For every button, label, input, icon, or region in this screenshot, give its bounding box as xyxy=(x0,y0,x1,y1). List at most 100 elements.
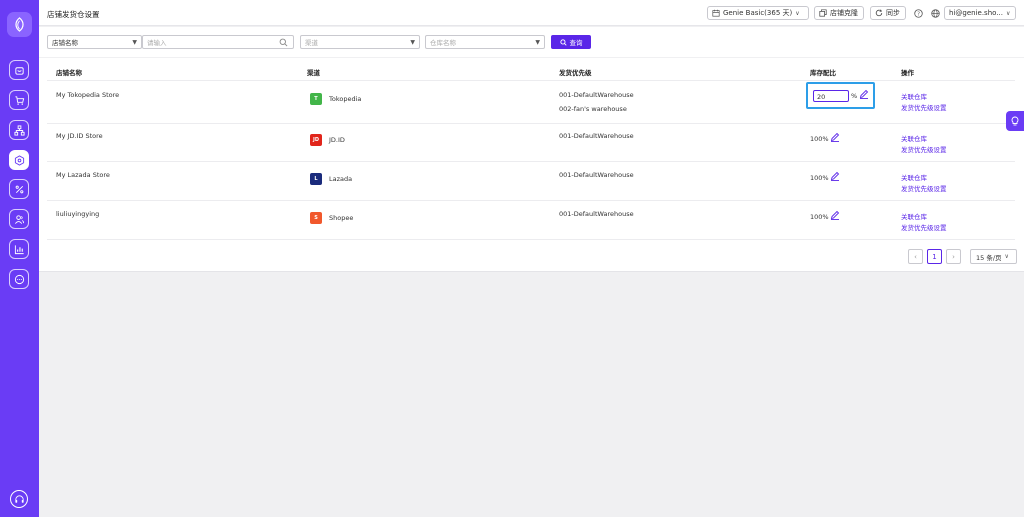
channel-placeholder: 渠道 xyxy=(305,39,318,47)
page-title: 店铺发货仓设置 xyxy=(47,10,100,19)
store-clone-button[interactable]: 店铺克隆 xyxy=(814,6,864,20)
search-placeholder: 请输入 xyxy=(147,39,167,47)
cart-icon[interactable] xyxy=(9,90,29,110)
link-warehouse-link[interactable]: 关联仓库 xyxy=(901,211,927,221)
warehouse-priority-1: 001-DefaultWarehouse xyxy=(559,210,634,218)
channel-select[interactable]: 渠道 ▼ xyxy=(300,35,420,49)
stock-ratio-input[interactable]: 20 xyxy=(813,90,849,102)
headset-icon[interactable] xyxy=(10,490,28,508)
lightbulb-icon[interactable] xyxy=(1006,111,1024,131)
pencil-icon[interactable] xyxy=(830,132,840,142)
plan-label: Genie Basic(365 天) xyxy=(723,9,793,17)
header-stock: 库存配比 xyxy=(810,69,836,77)
channel-name: Shopee xyxy=(329,214,354,222)
sidebar xyxy=(0,0,39,517)
store-name: My JD.ID Store xyxy=(56,132,103,140)
plan-selector[interactable]: Genie Basic(365 天) ∨ xyxy=(707,6,809,20)
divider xyxy=(47,200,1015,201)
pencil-icon[interactable] xyxy=(859,89,869,99)
caret-down-icon: ▼ xyxy=(132,39,137,46)
sync-button[interactable]: 同步 xyxy=(870,6,906,20)
field-select[interactable]: 店铺名称 ▼ xyxy=(47,35,142,49)
chevron-right-icon: › xyxy=(952,252,955,261)
store-warehouse-table: 店铺名称 渠道 发货优先级 库存配比 操作 My Tokopedia Store… xyxy=(39,58,1024,272)
message-icon[interactable] xyxy=(9,269,29,289)
user-menu[interactable]: hi@genie.sho... ∨ xyxy=(944,6,1016,20)
filter-bar: 店铺名称 ▼ 请输入 渠道 ▼ 仓库名称 ▼ 查询 xyxy=(39,27,1024,57)
shopee-logo-icon: S xyxy=(310,212,322,224)
store-name: My Tokopedia Store xyxy=(56,91,120,99)
divider xyxy=(47,239,1015,240)
link-warehouse-link[interactable]: 关联仓库 xyxy=(901,172,927,182)
stock-ratio-value: 100% xyxy=(810,135,829,143)
globe-icon[interactable] xyxy=(930,8,940,18)
stock-ratio-value: 100% xyxy=(810,213,829,221)
leaf-logo-icon[interactable] xyxy=(7,12,32,37)
divider xyxy=(47,123,1015,124)
warehouse-placeholder: 仓库名称 xyxy=(430,39,456,47)
warehouse-select[interactable]: 仓库名称 ▼ xyxy=(425,35,545,49)
store-icon[interactable] xyxy=(9,60,29,80)
jdid-logo-icon: JD xyxy=(310,134,322,146)
link-warehouse-link[interactable]: 关联仓库 xyxy=(901,133,927,143)
lazada-logo-icon: L xyxy=(310,173,322,185)
channel-name: JD.ID xyxy=(329,136,345,144)
store-name: liuliuyingying xyxy=(56,210,100,218)
channel-name: Tokopedia xyxy=(329,95,362,103)
prev-page-button[interactable]: ‹ xyxy=(908,249,923,264)
hierarchy-icon[interactable] xyxy=(9,120,29,140)
percent-unit: % xyxy=(851,92,858,100)
search-icon xyxy=(279,38,288,47)
header-channel: 渠道 xyxy=(307,69,320,77)
box-settings-icon[interactable] xyxy=(9,150,29,170)
priority-settings-link[interactable]: 发货优先级设置 xyxy=(901,144,947,154)
header-actions: 操作 xyxy=(901,69,914,77)
warehouse-priority-1: 001-DefaultWarehouse xyxy=(559,171,634,179)
top-header: 店铺发货仓设置 Genie Basic(365 天) ∨ 店铺克隆 同步 ? h… xyxy=(39,0,1024,26)
store-name: My Lazada Store xyxy=(56,171,110,179)
priority-settings-link[interactable]: 发货优先级设置 xyxy=(901,183,947,193)
priority-settings-link[interactable]: 发货优先级设置 xyxy=(901,222,947,232)
pencil-icon[interactable] xyxy=(830,171,840,181)
caret-down-icon: ▼ xyxy=(535,39,540,46)
header-store: 店铺名称 xyxy=(56,69,82,77)
warehouse-priority-2: 002-fan's warehouse xyxy=(559,105,627,113)
field-select-value: 店铺名称 xyxy=(52,39,78,47)
users-icon[interactable] xyxy=(9,209,29,229)
page-size-select[interactable]: 15 条/页 ∨ xyxy=(970,249,1017,264)
search-icon xyxy=(559,38,567,46)
store-clone-label: 店铺克隆 xyxy=(830,9,858,17)
page-number-button[interactable]: 1 xyxy=(927,249,942,264)
search-button[interactable]: 查询 xyxy=(551,35,591,49)
tokopedia-logo-icon: T xyxy=(310,93,322,105)
chevron-down-icon: ∨ xyxy=(1005,9,1011,17)
chart-icon[interactable] xyxy=(9,239,29,259)
refresh-icon xyxy=(875,9,883,17)
calendar-icon xyxy=(712,9,720,17)
divider xyxy=(47,161,1015,162)
next-page-button[interactable]: › xyxy=(946,249,961,264)
divider xyxy=(47,80,1015,81)
pencil-icon[interactable] xyxy=(830,210,840,220)
user-email: hi@genie.sho... xyxy=(949,9,1003,17)
chevron-left-icon: ‹ xyxy=(914,252,917,261)
sync-label: 同步 xyxy=(886,9,900,17)
chevron-down-icon: ∨ xyxy=(1004,253,1009,260)
header-priority: 发货优先级 xyxy=(559,69,592,77)
svg-text:?: ? xyxy=(917,11,920,17)
search-input[interactable]: 请输入 xyxy=(142,35,294,49)
warehouse-priority-1: 001-DefaultWarehouse xyxy=(559,132,634,140)
help-icon[interactable]: ? xyxy=(913,8,923,18)
caret-down-icon: ▼ xyxy=(410,39,415,46)
page-size-value: 15 条/页 xyxy=(976,253,1002,262)
chevron-down-icon: ∨ xyxy=(795,9,800,17)
warehouse-priority-1: 001-DefaultWarehouse xyxy=(559,91,634,99)
stock-ratio-editor: 20 % xyxy=(806,82,875,109)
channel-name: Lazada xyxy=(329,175,353,183)
discount-icon[interactable] xyxy=(9,179,29,199)
priority-settings-link[interactable]: 发货优先级设置 xyxy=(901,102,947,112)
clone-icon xyxy=(819,9,827,17)
search-button-label: 查询 xyxy=(569,39,583,47)
stock-ratio-value: 100% xyxy=(810,174,829,182)
link-warehouse-link[interactable]: 关联仓库 xyxy=(901,91,927,101)
